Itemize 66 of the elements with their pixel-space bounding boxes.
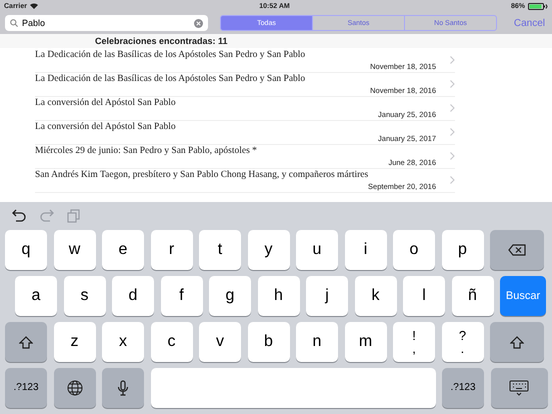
undo-arrow-icon xyxy=(12,208,27,222)
shift-key[interactable] xyxy=(5,322,47,362)
numbers-key[interactable]: .?123 xyxy=(5,368,47,408)
delete-key[interactable] xyxy=(490,230,544,270)
letter-key[interactable]: d xyxy=(112,276,154,316)
copy-icon xyxy=(66,208,81,222)
search-bar[interactable]: Pablo xyxy=(5,15,208,31)
backspace-icon xyxy=(508,244,526,256)
hide-keyboard-key[interactable] xyxy=(490,368,548,408)
letter-key[interactable]: k xyxy=(354,276,396,316)
celebration-title: La conversión del Apóstol San Pablo xyxy=(35,121,176,133)
keyboard-hide-icon xyxy=(509,380,529,396)
celebration-title: Miércoles 29 de junio: San Pedro y San Pablo, apóstoles * xyxy=(35,145,257,157)
search-input[interactable]: Pablo xyxy=(22,18,190,28)
letter-key[interactable]: p xyxy=(442,230,484,270)
search-icon xyxy=(10,19,18,27)
chevron-icon xyxy=(450,128,455,136)
undo-button[interactable] xyxy=(12,208,27,222)
globe-key[interactable] xyxy=(54,368,96,408)
letter-key[interactable]: g xyxy=(209,276,251,316)
letter-key[interactable]: v xyxy=(199,322,241,362)
punctuation-key[interactable]: ! , xyxy=(393,322,435,362)
celebration-title: San Andrés Kim Taegon, presbítero y San Pablo Chong Hasang, y compañeros mártires xyxy=(35,169,368,181)
letter-key[interactable]: b xyxy=(248,322,290,362)
shift-icon xyxy=(510,336,524,348)
letter-key[interactable]: ñ xyxy=(452,276,494,316)
punctuation-key[interactable]: ? . xyxy=(442,322,484,362)
letter-key[interactable]: u xyxy=(296,230,338,270)
letter-key[interactable]: r xyxy=(150,230,192,270)
letter-key[interactable]: f xyxy=(160,276,202,316)
dictation-key[interactable] xyxy=(102,368,144,408)
chevron-icon xyxy=(450,176,455,184)
letter-key[interactable]: y xyxy=(248,230,290,270)
letter-key[interactable]: t xyxy=(199,230,241,270)
chevron-icon xyxy=(450,152,455,160)
letter-key[interactable]: m xyxy=(344,322,386,362)
globe-icon xyxy=(66,380,82,396)
letter-key[interactable]: c xyxy=(150,322,192,362)
letter-key[interactable]: z xyxy=(54,322,96,362)
microphone-icon xyxy=(117,380,129,396)
celebration-title: La conversión del Apóstol San Pablo xyxy=(35,97,176,109)
letter-key[interactable]: e xyxy=(102,230,144,270)
chevron-icon xyxy=(450,80,455,88)
letter-key[interactable]: x xyxy=(102,322,144,362)
celebration-title: La Dedicación de las Basílicas de los Apóstoles San Pedro y San Pablo xyxy=(35,49,306,61)
letter-key[interactable]: q xyxy=(5,230,47,270)
battery-icon xyxy=(528,2,548,10)
letter-key[interactable]: o xyxy=(393,230,435,270)
letter-key[interactable]: n xyxy=(296,322,338,362)
wifi-icon xyxy=(30,3,38,9)
clear-icon[interactable] xyxy=(194,18,203,28)
letter-key[interactable]: h xyxy=(258,276,300,316)
redo-arrow-icon xyxy=(39,208,54,222)
letter-key[interactable]: w xyxy=(54,230,96,270)
chevron-icon xyxy=(450,104,455,112)
letter-key[interactable]: a xyxy=(15,276,57,316)
shift-icon xyxy=(19,336,33,348)
letter-key[interactable]: i xyxy=(344,230,386,270)
results-header: Celebraciones encontradas: 11 xyxy=(0,34,552,48)
letter-key[interactable]: j xyxy=(306,276,348,316)
letter-key[interactable]: s xyxy=(64,276,106,316)
celebration-title: La Dedicación de las Basílicas de los Apóstoles San Pedro y San Pablo xyxy=(35,73,306,85)
search-key[interactable]: Buscar xyxy=(500,276,546,316)
chevron-icon xyxy=(450,56,455,64)
letter-key[interactable]: l xyxy=(403,276,445,316)
numbers-key[interactable]: .?123 xyxy=(442,368,484,408)
